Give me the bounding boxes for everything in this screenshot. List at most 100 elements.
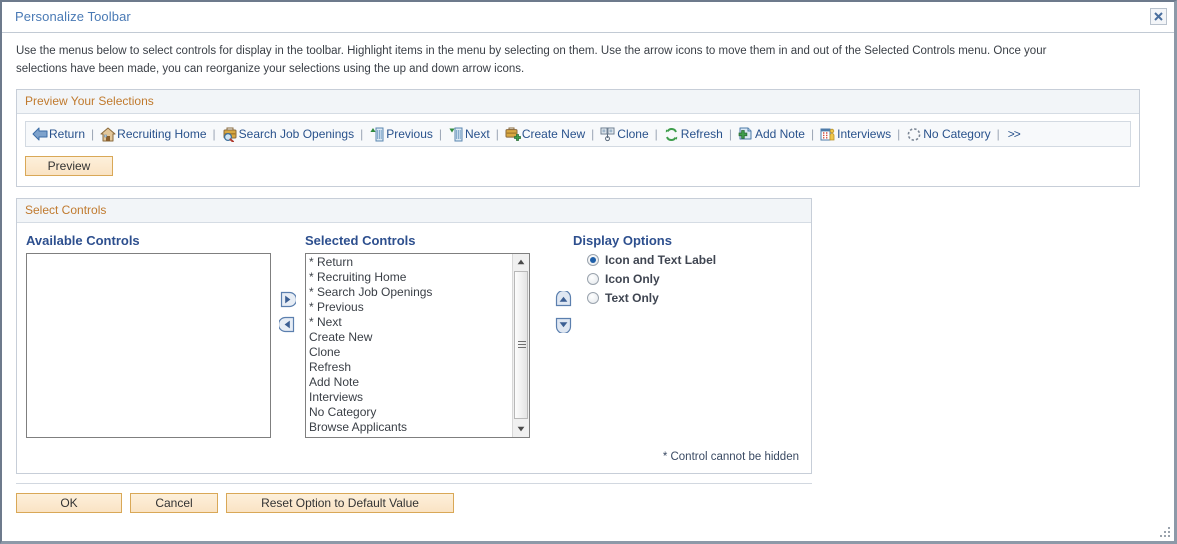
toolbar-item-label: Previous [386, 127, 433, 141]
toolbar-item-label: Clone [617, 127, 649, 141]
toolbar-item-interviews[interactable]: Interviews [820, 126, 891, 142]
personalize-toolbar-dialog: Personalize Toolbar Use the menus below … [0, 0, 1177, 544]
reorder-buttons [555, 289, 573, 341]
toolbar-item-label: Create New [521, 127, 586, 141]
toolbar-item-return[interactable]: Return [32, 126, 85, 142]
toolbar-item-label: Search Job Openings [238, 127, 355, 141]
ok-button[interactable]: OK [16, 493, 122, 513]
arrow-right-icon[interactable] [279, 291, 298, 308]
toolbar-item-label: No Category [923, 127, 991, 141]
arrow-down-icon[interactable] [555, 316, 572, 335]
select-controls-group: Select Controls Available Controls Selec… [16, 198, 812, 474]
toolbar-item-recruiting-home[interactable]: Recruiting Home [100, 126, 207, 142]
cancel-button[interactable]: Cancel [130, 493, 218, 513]
display-option-row[interactable]: Icon Only [573, 272, 716, 286]
back-arrow-icon [32, 126, 48, 142]
display-option-label: Icon and Text Label [605, 253, 717, 267]
toolbar-item-no-category[interactable]: No Category [906, 126, 991, 142]
previous-icon [369, 126, 385, 142]
list-item[interactable]: Interviews [309, 390, 432, 405]
selected-controls-listbox[interactable]: * Return * Recruiting Home * Search Job Op… [305, 253, 530, 438]
footer-divider [16, 483, 812, 484]
toolbar-item-label: Add Note [754, 127, 805, 141]
toolbar-separator: | [91, 127, 95, 141]
toolbar-item-label: Next [465, 127, 490, 141]
radio-button[interactable] [587, 273, 599, 285]
toolbar-item-label: Interviews [837, 127, 892, 141]
toolbar-separator: | [438, 127, 442, 141]
radio-button[interactable] [587, 254, 599, 266]
toolbar-item-create-new[interactable]: Create New [505, 126, 585, 142]
toolbar-item-add-note[interactable]: Add Note [738, 126, 805, 142]
toolbar-item-label: Recruiting Home [117, 127, 207, 141]
list-item[interactable]: No Category [309, 405, 432, 420]
radio-button[interactable] [587, 292, 599, 304]
available-controls-label: Available Controls [26, 233, 140, 248]
select-group-header: Select Controls [17, 199, 811, 223]
toolbar-separator: | [996, 127, 1000, 141]
resize-grip-icon[interactable] [1159, 526, 1170, 537]
refresh-icon [664, 126, 680, 142]
scrollbar-grip-icon [518, 341, 526, 349]
scrollbar-thumb[interactable] [514, 271, 528, 419]
toolbar-item-refresh[interactable]: Refresh [664, 126, 723, 142]
list-item[interactable]: Refresh [309, 360, 432, 375]
instructions-text: Use the menus below to select controls f… [16, 45, 1047, 75]
display-options-label: Display Options [573, 233, 672, 248]
close-icon[interactable] [1150, 8, 1167, 25]
display-option-row[interactable]: Text Only [573, 291, 716, 305]
preview-selections-group: Preview Your Selections Return | Recruit… [16, 89, 1140, 187]
toolbar-more-button[interactable]: >> [1008, 127, 1021, 141]
clone-icon [600, 126, 616, 142]
control-cannot-be-hidden-note: * Control cannot be hidden [662, 451, 799, 463]
display-option-label: Text Only [605, 291, 659, 305]
display-option-row[interactable]: Icon and Text Label [573, 253, 716, 267]
toolbar-item-label: Return [49, 127, 86, 141]
preview-button[interactable]: Preview [25, 156, 113, 176]
transfer-buttons [277, 291, 298, 341]
page-title: Personalize Toolbar [15, 9, 131, 24]
add-note-icon [738, 126, 754, 142]
toolbar-separator: | [897, 127, 901, 141]
list-item[interactable]: Clone [309, 345, 432, 360]
preview-group-header: Preview Your Selections [17, 90, 1139, 114]
list-item[interactable]: Browse Applicants [309, 420, 432, 435]
create-new-icon [505, 126, 521, 142]
toolbar-separator: | [212, 127, 216, 141]
toolbar-item-search-job-openings[interactable]: Search Job Openings [222, 126, 354, 142]
list-item[interactable]: * Recruiting Home [309, 270, 432, 285]
toolbar-item-previous[interactable]: Previous [369, 126, 433, 142]
preview-toolbar: Return | Recruiting Home | Search Job Op… [25, 121, 1131, 147]
scroll-up-icon[interactable] [513, 254, 529, 270]
toolbar-separator: | [654, 127, 658, 141]
briefcase-search-icon [222, 126, 238, 142]
listbox-scrollbar[interactable] [512, 254, 529, 437]
toolbar-item-clone[interactable]: Clone [600, 126, 649, 142]
toolbar-separator: | [591, 127, 595, 141]
selected-controls-column: Selected Controls * Return * Recruiting H… [305, 233, 530, 438]
display-options-column: Display Options Icon and Text Label Icon … [573, 233, 716, 310]
toolbar-separator: | [495, 127, 499, 141]
list-item[interactable]: * Search Job Openings [309, 285, 432, 300]
no-category-icon [906, 126, 922, 142]
list-item[interactable]: Create New [309, 330, 432, 345]
list-item[interactable]: * Return [309, 255, 432, 270]
list-item[interactable]: Add Note [309, 375, 432, 390]
arrow-left-icon[interactable] [277, 316, 296, 333]
dialog-titlebar: Personalize Toolbar [2, 2, 1174, 33]
toolbar-item-next[interactable]: Next [448, 126, 490, 142]
dialog-footer: OK Cancel Reset Option to Default Value [16, 493, 1174, 513]
interviews-icon [820, 126, 836, 142]
toolbar-item-label: Refresh [680, 127, 723, 141]
reset-option-button[interactable]: Reset Option to Default Value [226, 493, 454, 513]
list-item[interactable]: * Previous [309, 300, 432, 315]
arrow-up-icon[interactable] [555, 289, 572, 308]
available-controls-listbox[interactable] [26, 253, 271, 438]
selected-controls-label: Selected Controls [305, 233, 416, 248]
scroll-down-icon[interactable] [513, 421, 529, 437]
toolbar-separator: | [810, 127, 815, 141]
list-item[interactable]: * Next [309, 315, 432, 330]
display-option-label: Icon Only [605, 272, 660, 286]
home-icon [100, 126, 116, 142]
available-controls-column: Available Controls [26, 233, 271, 438]
